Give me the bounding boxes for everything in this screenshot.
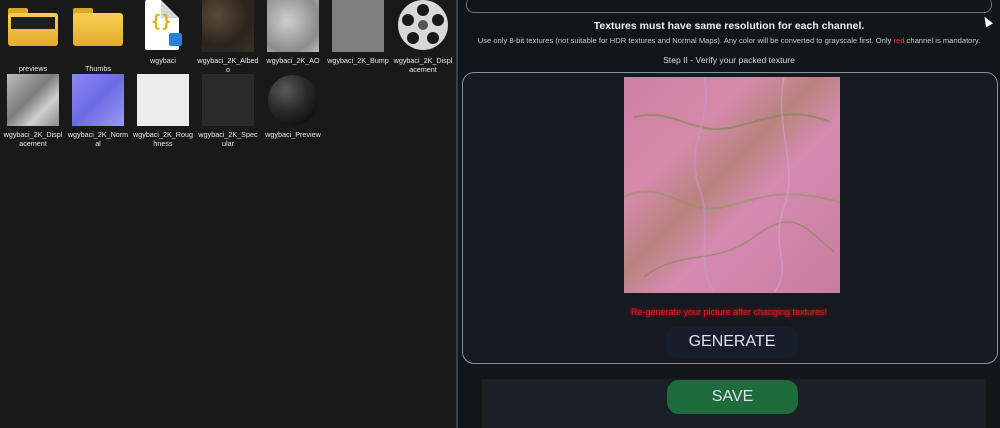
generate-button[interactable]: GENERATE xyxy=(666,326,798,358)
roughness-texture-thumbnail xyxy=(137,74,189,126)
video-reel-icon xyxy=(397,0,449,52)
note-suffix: channel is mandatory. xyxy=(906,36,981,45)
file-name: wgybaci_2K_Normal xyxy=(67,130,129,148)
file-item[interactable]: previews xyxy=(2,0,64,73)
file-name: previews xyxy=(18,64,48,73)
file-item[interactable]: wgybaci_2K_Specular xyxy=(197,74,259,148)
specular-texture-thumbnail xyxy=(202,74,254,126)
channel-input-panel xyxy=(466,0,992,13)
step-two-label: Step II - Verify your packed texture xyxy=(663,55,795,65)
json-file-icon: {} xyxy=(137,0,189,52)
file-name: wgybaci_Preview xyxy=(265,130,321,139)
file-item[interactable]: wgybaci_2K_Normal xyxy=(67,74,129,148)
save-button[interactable]: SAVE xyxy=(667,380,798,414)
file-item[interactable]: wgybaci_Preview xyxy=(262,74,324,139)
file-item[interactable]: wgybaci_2K_Displacement xyxy=(2,74,64,148)
file-item[interactable]: wgybaci_2K_Roughness xyxy=(132,74,194,148)
file-name: wgybaci_2K_Displacement xyxy=(3,130,63,148)
file-name: Thumbs xyxy=(85,64,111,73)
albedo-texture-thumbnail xyxy=(202,0,254,52)
note-red-word: red xyxy=(893,36,905,45)
bump-texture-thumbnail xyxy=(332,0,384,52)
regenerate-warning: Re-generate your picture after changing … xyxy=(630,307,828,317)
displacement-texture-thumbnail xyxy=(7,74,59,126)
file-explorer: previews Thumbs {} wgybaci wgybaci_2K_Al… xyxy=(0,0,456,428)
file-name: wgybaci_2K_AO xyxy=(266,56,320,65)
note-prefix: Use only 8-bit textures (not suitable fo… xyxy=(477,36,892,45)
file-item[interactable]: {} wgybaci xyxy=(132,0,194,65)
file-name: wgybaci_2K_Specular xyxy=(198,130,258,148)
texture-pattern xyxy=(623,76,841,294)
file-name: wgybaci_2K_Bump xyxy=(327,56,389,65)
texture-note: Use only 8-bit textures (not suitable fo… xyxy=(458,36,1000,45)
file-item[interactable]: wgybaci_2K_Displacement xyxy=(392,0,454,74)
file-name: wgybaci_2K_Displacement xyxy=(393,56,453,74)
preview-sphere-thumbnail xyxy=(267,74,319,126)
file-name: wgybaci xyxy=(150,56,176,65)
file-item[interactable]: wgybaci_2K_Bump xyxy=(327,0,389,65)
file-item[interactable]: wgybaci_2K_AO xyxy=(262,0,324,65)
packed-texture-preview xyxy=(623,76,841,294)
normal-texture-thumbnail xyxy=(72,74,124,126)
file-item[interactable]: wgybaci_2K_Albedo xyxy=(197,0,259,74)
folder-icon xyxy=(72,8,124,60)
file-name: wgybaci_2K_Roughness xyxy=(133,130,193,148)
file-name: wgybaci_2K_Albedo xyxy=(197,56,259,74)
ao-texture-thumbnail xyxy=(267,0,319,52)
resolution-heading: Textures must have same resolution for e… xyxy=(593,20,865,32)
file-item[interactable]: Thumbs xyxy=(67,0,129,73)
folder-icon xyxy=(7,8,59,60)
